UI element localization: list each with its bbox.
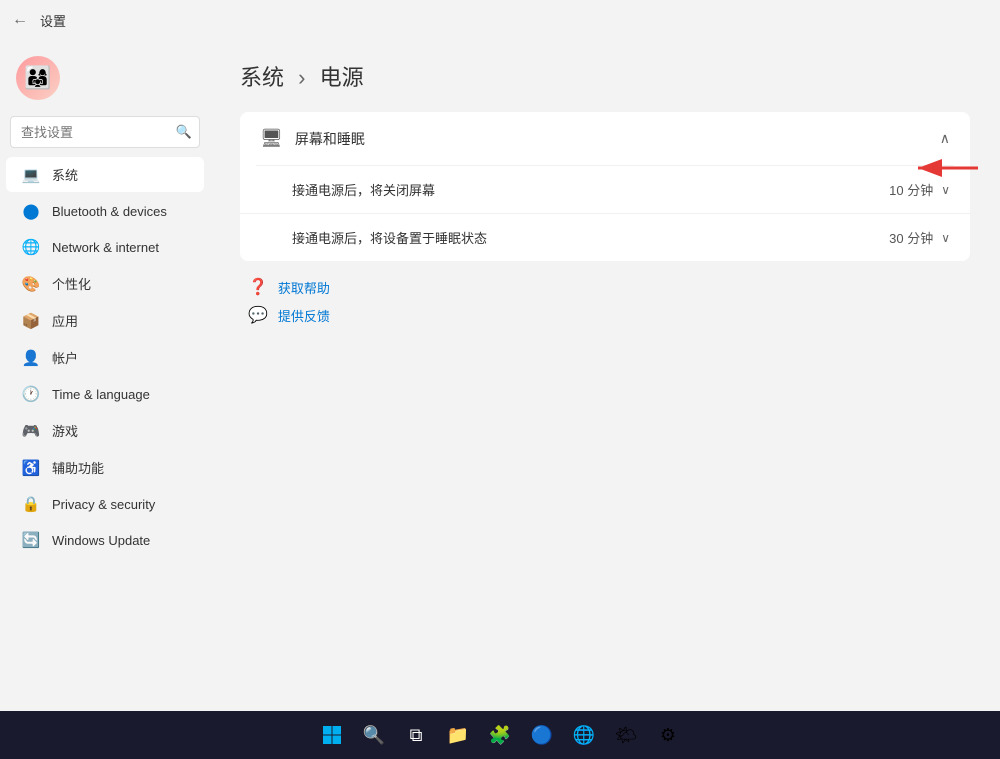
avatar-emoji: 👨‍👩‍👧 xyxy=(24,65,51,91)
feedback-label: 提供反馈 xyxy=(278,306,330,325)
power-card: 🖥 屏幕和睡眠 ∧ 接通电源后，将关闭屏幕 10 分钟 ∨ 接通电源后，将设备置… xyxy=(240,112,970,261)
sidebar-label-network: Network & internet xyxy=(52,240,159,255)
taskbar-settings-button[interactable]: ⚙ xyxy=(650,717,686,753)
sidebar-label-accessibility: 辅助功能 xyxy=(52,458,104,477)
sidebar-label-gaming: 游戏 xyxy=(52,421,78,440)
sidebar-item-privacy[interactable]: 🔒 Privacy & security xyxy=(6,487,204,521)
taskbar-edge-button[interactable]: 🌐 xyxy=(566,717,602,753)
sidebar-item-time[interactable]: 🕐 Time & language xyxy=(6,377,204,411)
sidebar-item-gaming[interactable]: 🎮 游戏 xyxy=(6,413,204,448)
taskbar-explorer-button[interactable]: 📁 xyxy=(440,717,476,753)
taskbar-taskview-button[interactable]: ⧉ xyxy=(398,717,434,753)
sidebar-item-system[interactable]: 💻 系统 xyxy=(6,157,204,192)
sleep-value-container[interactable]: 30 分钟 ∨ xyxy=(889,228,950,247)
apps-icon: 📦 xyxy=(22,312,40,330)
sidebar-label-privacy: Privacy & security xyxy=(52,497,155,512)
card-header-left: 🖥 屏幕和睡眠 xyxy=(260,128,365,149)
sidebar-item-apps[interactable]: 📦 应用 xyxy=(6,303,204,338)
screen-off-value-container[interactable]: 10 分钟 ∨ xyxy=(889,180,950,199)
sidebar-label-system: 系统 xyxy=(52,165,78,184)
card-title: 屏幕和睡眠 xyxy=(295,129,365,149)
back-button[interactable]: ← xyxy=(12,11,28,29)
accessibility-icon: ♿ xyxy=(22,459,40,477)
sidebar-item-personalize[interactable]: 🎨 个性化 xyxy=(6,266,204,301)
title-bar: ← 设置 xyxy=(0,0,1000,40)
get-help-label: 获取帮助 xyxy=(278,278,330,297)
sidebar: 👨‍👩‍👧 🔍 💻 系统 ⬤ Bluetooth & devices 🌐 Net… xyxy=(0,40,210,711)
content-area: 系统 › 电源 🖥 屏幕和睡眠 ∧ 接通电源后，将关闭屏幕 10 分钟 ∨ xyxy=(210,40,1000,711)
sidebar-label-bluetooth: Bluetooth & devices xyxy=(52,204,167,219)
time-icon: 🕐 xyxy=(22,385,40,403)
breadcrumb: 系统 › 电源 xyxy=(240,60,970,92)
privacy-icon: 🔒 xyxy=(22,495,40,513)
user-avatar: 👨‍👩‍👧 xyxy=(0,48,210,116)
screen-off-chevron-icon: ∨ xyxy=(941,183,950,197)
sidebar-label-personalize: 个性化 xyxy=(52,274,91,293)
card-row-screen: 接通电源后，将关闭屏幕 10 分钟 ∨ xyxy=(240,166,970,214)
get-help-link[interactable]: ❓ 获取帮助 xyxy=(248,277,970,297)
monitor-icon: 🖥 xyxy=(260,128,283,149)
sidebar-item-update[interactable]: 🔄 Windows Update xyxy=(6,523,204,557)
breadcrumb-separator: › xyxy=(298,65,305,90)
taskbar-icons: 🔍 ⧉ 📁 🧩 🔵 🌐 🌤 ⚙ xyxy=(314,717,686,753)
sleep-chevron-icon: ∨ xyxy=(941,231,950,245)
sidebar-label-time: Time & language xyxy=(52,387,150,402)
update-icon: 🔄 xyxy=(22,531,40,549)
sidebar-item-network[interactable]: 🌐 Network & internet xyxy=(6,230,204,264)
card-row-sleep: 接通电源后，将设备置于睡眠状态 30 分钟 ∨ xyxy=(240,214,970,261)
taskbar-search-button[interactable]: 🔍 xyxy=(356,717,392,753)
breadcrumb-current: 电源 xyxy=(320,65,364,90)
screen-off-label: 接通电源后，将关闭屏幕 xyxy=(292,180,435,199)
help-links: ❓ 获取帮助 💬 提供反馈 xyxy=(240,277,970,325)
search-box: 🔍 xyxy=(10,116,200,148)
sidebar-item-accounts[interactable]: 👤 帐户 xyxy=(6,340,204,375)
accounts-icon: 👤 xyxy=(22,349,40,367)
sidebar-label-accounts: 帐户 xyxy=(52,348,78,367)
avatar: 👨‍👩‍👧 xyxy=(16,56,60,100)
taskbar-pinned-1[interactable]: 🧩 xyxy=(482,717,518,753)
feedback-link[interactable]: 💬 提供反馈 xyxy=(248,305,970,325)
title-bar-text: 设置 xyxy=(40,11,66,30)
breadcrumb-parent: 系统 xyxy=(240,65,284,90)
card-chevron-icon: ∧ xyxy=(940,130,950,147)
card-header[interactable]: 🖥 屏幕和睡眠 ∧ xyxy=(240,112,970,165)
taskbar-chrome-button[interactable]: 🔵 xyxy=(524,717,560,753)
system-icon: 💻 xyxy=(22,166,40,184)
sidebar-item-accessibility[interactable]: ♿ 辅助功能 xyxy=(6,450,204,485)
network-icon: 🌐 xyxy=(22,238,40,256)
sidebar-label-apps: 应用 xyxy=(52,311,78,330)
taskbar-windows-button[interactable] xyxy=(314,717,350,753)
taskbar: 🔍 ⧉ 📁 🧩 🔵 🌐 🌤 ⚙ xyxy=(0,711,1000,759)
sleep-label: 接通电源后，将设备置于睡眠状态 xyxy=(292,228,487,247)
help-icon: ❓ xyxy=(248,277,268,297)
app-container: 👨‍👩‍👧 🔍 💻 系统 ⬤ Bluetooth & devices 🌐 Net… xyxy=(0,40,1000,711)
feedback-icon: 💬 xyxy=(248,305,268,325)
sidebar-label-update: Windows Update xyxy=(52,533,150,548)
sidebar-item-bluetooth[interactable]: ⬤ Bluetooth & devices xyxy=(6,194,204,228)
bluetooth-icon: ⬤ xyxy=(22,202,40,220)
taskbar-weather-button[interactable]: 🌤 xyxy=(608,717,644,753)
search-icon: 🔍 xyxy=(176,124,192,140)
search-input[interactable] xyxy=(10,116,200,148)
sleep-value: 30 分钟 xyxy=(889,228,933,247)
personalize-icon: 🎨 xyxy=(22,275,40,293)
screen-off-value: 10 分钟 xyxy=(889,180,933,199)
gaming-icon: 🎮 xyxy=(22,422,40,440)
